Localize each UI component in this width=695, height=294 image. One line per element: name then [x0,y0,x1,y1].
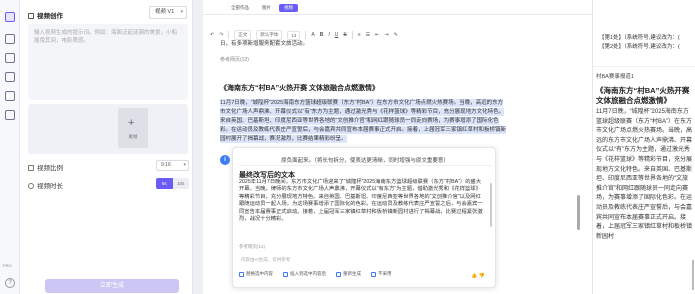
pen-icon[interactable]: ✎ [394,32,398,38]
paragraph-format-dropdown[interactable]: 正文 [234,30,252,40]
clock-icon [28,183,34,189]
font-color-icon[interactable]: A [311,32,314,38]
bold-icon[interactable]: B [320,32,324,38]
duration-toggle[interactable]: 5s 10s [156,178,189,189]
answer-body: 2025年11月7日晚间，东方市文化广场迎来了“城隍杯”2025海南东方篮球超级… [239,179,483,223]
replace-label: 替换选中内容 [246,271,273,276]
upload-label: 尾帧 [128,134,138,139]
doc-heading: 《海南东方“村BA”火热开赛 文体旅融合点燃激情》 [220,85,380,92]
ratio-row: 视频比例 [28,162,63,172]
selected-text[interactable]: 11月7日晚，“城隍杯”2025海南东方篮球超级联赛（东方“村BA”）在东方市文… [220,99,507,143]
plus-icon: + [128,117,135,129]
insert-after-button[interactable]: 插入到选中内容后 [283,271,326,277]
upload-area [28,104,188,154]
divider [593,66,695,67]
reject-button[interactable]: 不采用 [371,271,392,277]
answer-reference[interactable]: 参考网页(12) [239,244,265,250]
undo-icon[interactable]: ↶ [210,32,214,38]
editor-scrollbar[interactable] [577,195,580,230]
duration-row: 视频时长 [28,180,63,190]
font-size-dropdown[interactable]: 14 [287,30,301,40]
work-tabs: 全部作品 图片 视频 [226,4,298,12]
popup-actions: 替换选中内容 插入到选中内容后 重新生成 不采用 [239,271,392,277]
doc-line: 日，有多项新增服务配套文旅活动。 [220,41,309,47]
divider [203,14,592,15]
prompt-input[interactable]: 输入视频生成的提示词。例如：海面泛起涟漪的美景，小船摇曳其间，电影质感。 [28,24,188,100]
insert-label: 插入到选中内容后 [290,271,326,276]
panel-header: 视频创作 [28,10,63,20]
regenerate-button[interactable]: 重新生成 [336,271,361,277]
duration-5s-option[interactable]: 5s [156,178,173,189]
duration-label: 视频时长 [37,183,63,190]
panel-title: 视频创作 [37,13,63,20]
reject-label: 不采用 [378,271,392,276]
ratio-select[interactable]: 9:16 [156,160,189,171]
insert-icon [283,271,288,277]
upload-end-frame-button[interactable]: + 尾帧 [118,108,148,148]
rewrite-instruction: 原负面起来。（将长句拆分，使表达更清晰，同时增强与原文重要意） [281,158,449,164]
feedback-icons[interactable]: 👍 👎 [471,273,485,279]
replace-icon [239,271,244,277]
preview-note: 村BA赛事报道1 [596,74,634,80]
icon-rail: PRO ? [0,0,20,294]
outdent-icon[interactable]: ⇤ [375,32,379,38]
ratio-label: 视频比例 [37,165,63,172]
ratio-icon [28,165,34,171]
correction-record[interactable]: 【第2处】（系统符号,建议改为：( [593,43,695,52]
divider [228,31,230,39]
correction-record[interactable]: 【第1处】（系统符号,建议改为：( [593,34,695,43]
preview-pane: 【第1处】（系统符号,建议改为：( 【第2处】（系统符号,建议改为：( 村BA赛… [592,0,695,294]
doc-reference[interactable]: 参考网页(12) [220,56,508,65]
popup-scrollbar[interactable] [490,183,492,227]
chat-icon[interactable] [5,72,15,82]
regenerate-label: 重新生成 [343,271,361,276]
ai-icon: i [220,155,230,165]
preview-body: 11月7日晚，“城隍杯”2025海南东方篮球超级联赛（东方“村BA”）在东方市文… [596,109,693,240]
italic-icon[interactable]: I [328,32,329,38]
document-body[interactable]: 日，有多项新增服务配套文旅活动。 参考网页(12) 《海南东方“村BA”火热开赛… [220,40,508,144]
version-select[interactable]: 视频 V1 [149,6,187,19]
template-icon[interactable] [5,91,15,101]
pro-badge: PRO [3,263,12,268]
video-icon [28,13,34,19]
list-icon[interactable]: ☰ [366,32,370,38]
help-icon[interactable]: ? [5,278,15,288]
font-family-dropdown[interactable]: 默认字体 [256,30,283,40]
replace-button[interactable]: 替换选中内容 [239,271,273,277]
edit-icon[interactable] [5,12,15,22]
indent-icon[interactable]: ⇥ [384,32,388,38]
video-icon[interactable] [5,53,15,63]
underline-icon[interactable]: U [335,32,339,38]
video-creation-panel: 视频创作 视频 V1 输入视频生成的提示词。例如：海面泛起涟漪的美景，小船摇曳其… [20,0,193,294]
document-editor: 全部作品 图片 视频 ↶ ↷ 正文 默认字体 14 A B I U S ≡ ☰ … [203,0,592,294]
divider [239,165,491,166]
history-icon[interactable] [5,110,15,120]
preview-title: 《海南东方“村BA”火热开赛 文体旅融合点燃激情》 [596,86,690,105]
duration-10s-option[interactable]: 10s [172,178,189,189]
tab-images[interactable]: 图片 [257,4,276,12]
divider [351,31,353,39]
ai-rewrite-popup: i 原负面起来。（将长句拆分，使表达更清晰，同时增强与原文重要意） 最终改写后的… [220,147,496,288]
strikethrough-icon[interactable]: S [343,32,346,38]
preview-scrollbar[interactable] [692,260,694,290]
tab-all[interactable]: 全部作品 [226,4,254,12]
refresh-icon [336,271,341,277]
close-icon [371,271,376,277]
highlighted-paragraph: 11月7日晚，“城隍杯”2025海南东方篮球超级联赛（东方“村BA”）在东方市文… [220,99,508,144]
ai-disclaimer: 内容由AI生成，仅供参考 [241,257,291,262]
tab-videos[interactable]: 视频 [279,4,298,12]
divider [305,31,307,39]
image-icon[interactable] [5,34,15,44]
redo-icon[interactable]: ↷ [219,32,223,38]
generate-button[interactable]: 立即生成 [45,279,179,293]
align-icon[interactable]: ≡ [358,32,361,38]
